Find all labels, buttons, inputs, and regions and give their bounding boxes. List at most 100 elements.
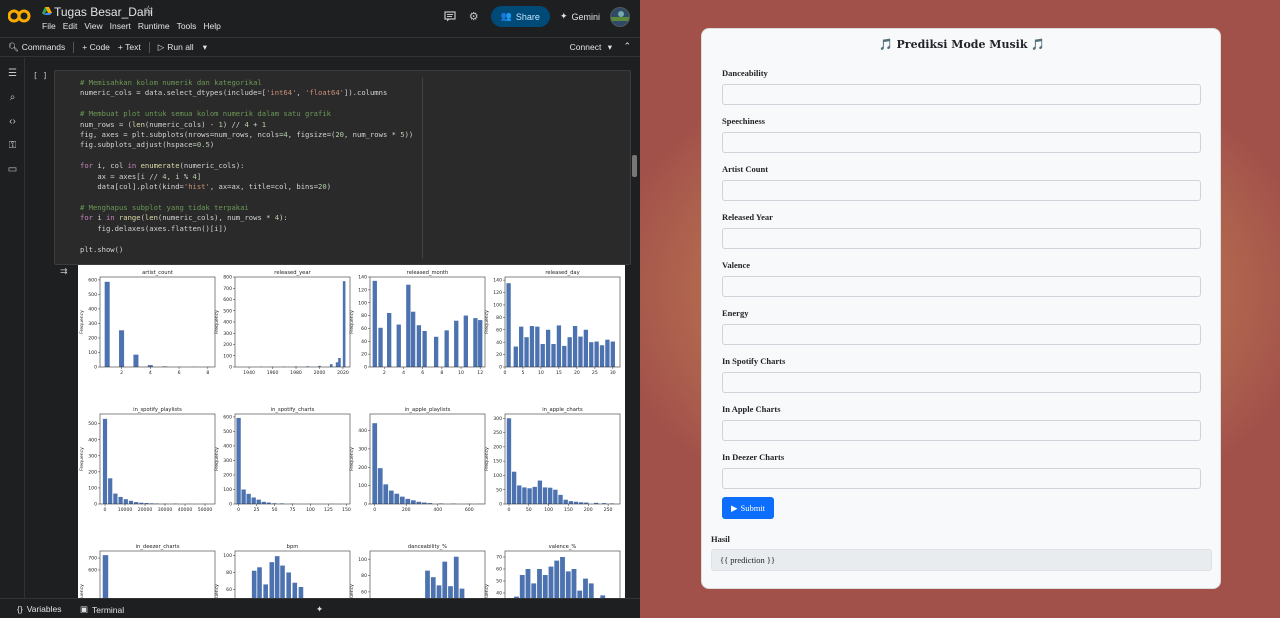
toolbar-divider <box>148 41 150 53</box>
x-tick-label: 40000 <box>178 507 193 513</box>
histogram-bar <box>553 489 558 504</box>
histogram-bar <box>540 344 545 367</box>
scrollbar-thumb[interactable] <box>632 155 637 177</box>
x-tick-label: 200 <box>402 507 411 513</box>
input-speechiness[interactable] <box>722 132 1201 153</box>
terminal-button[interactable]: ▣ Terminal <box>80 604 124 615</box>
histogram-bar <box>342 281 346 367</box>
histogram-bar <box>542 487 548 504</box>
code-snippets-icon[interactable]: ‹› <box>6 116 19 128</box>
subplot-title: released_day <box>545 270 579 276</box>
subplot-title: in_apple_playlists <box>405 407 451 413</box>
code-editor[interactable]: # Memisahkan kolom numerik dan kategorik… <box>80 78 413 255</box>
y-tick-label: 100 <box>223 487 232 493</box>
histogram-bar <box>453 556 459 598</box>
input-in-deezer-charts[interactable] <box>722 468 1201 489</box>
avatar[interactable] <box>610 6 630 27</box>
menu-view[interactable]: View <box>84 21 102 31</box>
input-artist-count[interactable] <box>722 180 1201 201</box>
y-tick-label: 0 <box>364 365 367 371</box>
x-tick-label: 0 <box>373 507 376 513</box>
output-actions-icon[interactable]: ⇉ <box>60 266 68 277</box>
collapse-chevron-up-icon[interactable]: ⌃ <box>623 41 631 52</box>
histogram-bar <box>459 588 465 598</box>
histogram-bar <box>551 344 556 367</box>
settings-gear-icon[interactable]: ⚙ <box>467 10 481 24</box>
histogram-bar <box>478 320 483 367</box>
add-text-button[interactable]: + Text <box>118 42 141 52</box>
run-all-button[interactable]: ▷ Run all ▾ <box>158 42 207 53</box>
chevron-down-icon[interactable]: ▾ <box>203 42 207 53</box>
add-code-button[interactable]: + Code <box>82 42 110 52</box>
y-tick-label: 0 <box>229 365 232 371</box>
x-tick-label: 400 <box>433 507 442 513</box>
histogram-bar <box>387 313 392 367</box>
input-energy[interactable] <box>722 324 1201 345</box>
menu-tools[interactable]: Tools <box>177 21 197 31</box>
y-axis-label: Frequency <box>484 447 490 471</box>
x-tick-label: 2 <box>383 370 386 376</box>
histogram-bar <box>118 496 123 504</box>
histogram-bar <box>548 487 553 504</box>
result-label: Hasil <box>711 534 730 544</box>
connect-button[interactable]: Connect ▾ <box>570 42 612 53</box>
y-tick-label: 200 <box>88 336 97 342</box>
histogram-bar <box>113 493 118 504</box>
histogram-bar <box>463 315 468 367</box>
bottom-bar: {} Variables ▣ Terminal ✦ <box>0 598 640 618</box>
y-tick-label: 140 <box>493 278 502 284</box>
menu-file[interactable]: File <box>42 21 56 31</box>
find-replace-icon[interactable]: ⌕ <box>6 92 19 104</box>
commands-button[interactable]: 🔍︎ Commands <box>8 42 65 53</box>
variables-button[interactable]: {} Variables <box>17 604 62 614</box>
y-axis-label: Frequency <box>349 447 355 471</box>
menu-help[interactable]: Help <box>203 21 220 31</box>
secrets-key-icon[interactable]: ⚿ <box>6 140 19 152</box>
gemini-button[interactable]: ✦ Gemini <box>560 11 600 22</box>
histogram-bar <box>256 499 261 504</box>
histogram-bar <box>102 418 108 504</box>
input-in-apple-charts[interactable] <box>722 420 1201 441</box>
gemini-sparkle-icon[interactable]: ✦ <box>316 604 323 615</box>
menu-runtime[interactable]: Runtime <box>138 21 170 31</box>
y-tick-label: 80 <box>226 570 232 576</box>
x-tick-label: 8 <box>206 370 209 376</box>
star-icon[interactable]: ☆ <box>143 3 154 17</box>
y-tick-label: 200 <box>493 444 502 450</box>
y-tick-label: 20 <box>361 352 367 358</box>
x-tick-label: 1940 <box>243 370 255 376</box>
subplot-title: in_deezer_charts <box>136 544 180 550</box>
prediction-form-card: 🎵 Prediksi Mode Musik 🎵 Danceability Spe… <box>701 28 1221 589</box>
cell-run-bracket[interactable]: [ ] <box>33 71 47 80</box>
menu-edit[interactable]: Edit <box>63 21 78 31</box>
colab-window: Tugas Besar_Dani ☆ File Edit View Insert… <box>0 0 640 618</box>
input-danceability[interactable] <box>722 84 1201 105</box>
histogram-bar <box>519 575 525 598</box>
chevron-down-icon[interactable]: ▾ <box>608 42 612 52</box>
y-tick-label: 100 <box>493 303 502 309</box>
y-axis-label: Frequency <box>79 584 85 598</box>
commands-label: Commands <box>21 42 66 52</box>
play-icon: ▶ <box>730 502 738 513</box>
table-of-contents-icon[interactable]: ☰ <box>6 68 19 80</box>
files-folder-icon[interactable]: ▭ <box>6 164 19 176</box>
cell-output: artist_count 0 100 200 300 400 500 600 2 4 6 8 Frequ… <box>78 265 625 598</box>
submit-button[interactable]: ▶ Submit <box>722 497 774 519</box>
input-valence[interactable] <box>722 276 1201 297</box>
toolbar-divider <box>73 41 75 53</box>
y-tick-label: 100 <box>88 350 97 356</box>
code-line: fig, axes = plt.subplots(nrows=num_rows,… <box>80 130 414 140</box>
x-tick-label: 2000 <box>314 370 326 376</box>
histogram-bar <box>338 358 341 367</box>
menu-insert[interactable]: Insert <box>110 21 131 31</box>
input-in-spotify-charts[interactable] <box>722 372 1201 393</box>
input-released-year[interactable] <box>722 228 1201 249</box>
notebook-title[interactable]: Tugas Besar_Dani <box>54 5 153 19</box>
subplot-frame <box>234 276 351 368</box>
histogram-bar <box>372 423 378 504</box>
y-tick-label: 400 <box>88 307 97 313</box>
colab-logo[interactable] <box>8 8 32 24</box>
comment-icon[interactable] <box>443 10 457 24</box>
share-button[interactable]: 👥 Share <box>490 6 550 27</box>
